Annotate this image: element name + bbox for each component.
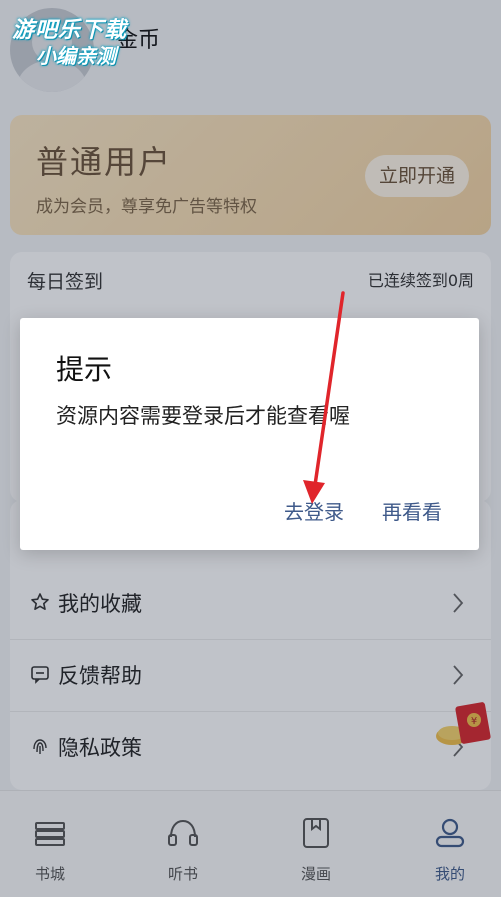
look-again-button[interactable]: 再看看 — [378, 494, 446, 527]
login-required-dialog: 提示 资源内容需要登录后才能查看喔 去登录 再看看 — [20, 318, 479, 550]
watermark-logo: 游吧乐下载 小编亲测 — [12, 12, 152, 68]
dialog-message: 资源内容需要登录后才能查看喔 — [56, 404, 350, 428]
watermark-line-2: 小编亲测 — [36, 44, 116, 68]
dialog-title: 提示 — [56, 353, 113, 386]
go-login-button[interactable]: 去登录 — [280, 494, 348, 527]
